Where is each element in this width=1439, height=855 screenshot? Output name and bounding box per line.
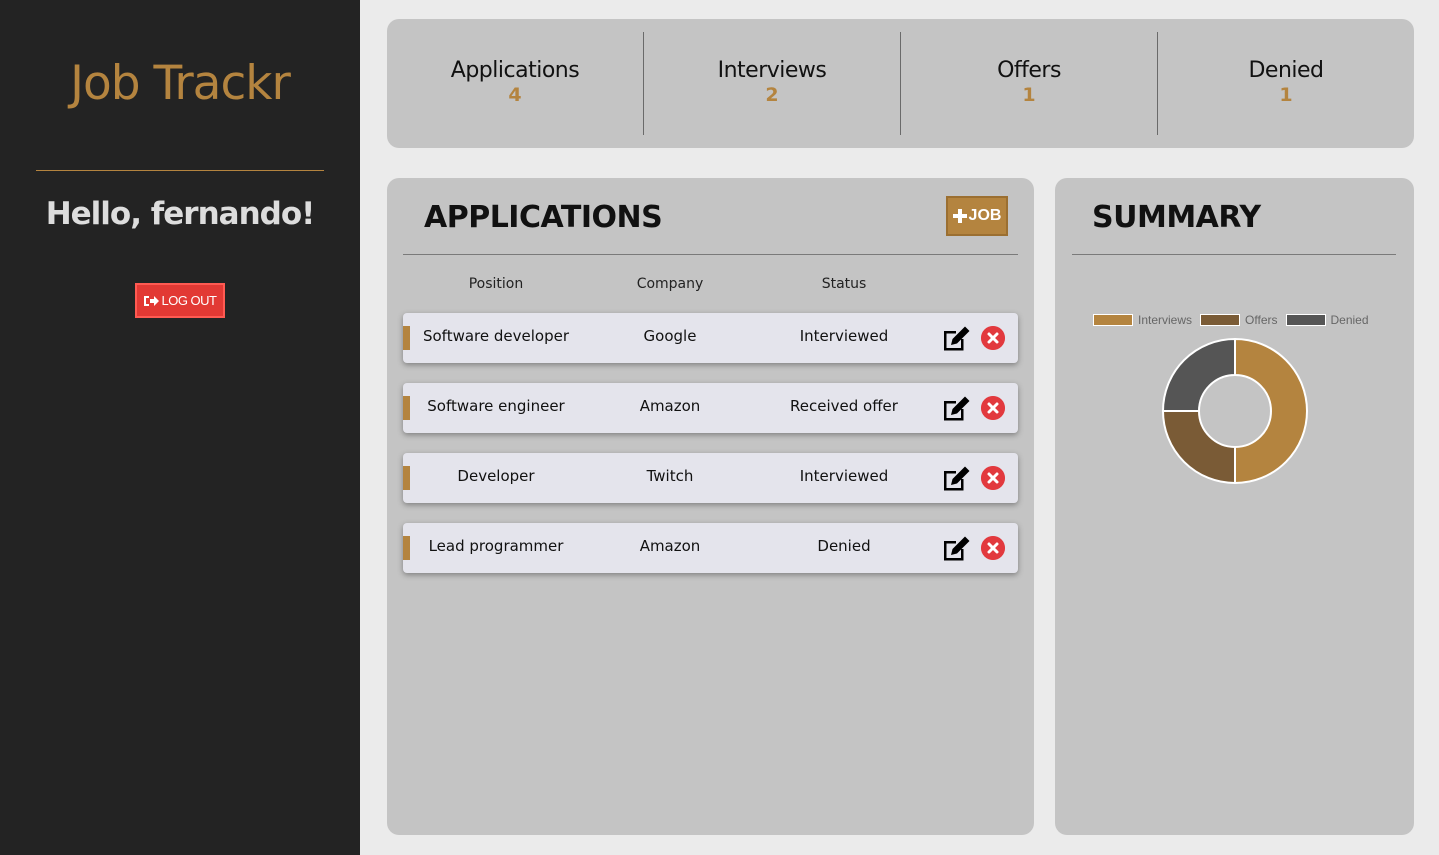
legend-label: Interviews bbox=[1138, 313, 1193, 327]
edit-icon[interactable] bbox=[941, 324, 971, 352]
application-row: Software engineer Amazon Received offer bbox=[403, 383, 1018, 433]
cell-company: Amazon bbox=[639, 537, 701, 555]
legend-item-interviews[interactable]: Interviews bbox=[1093, 313, 1192, 327]
stat-interviews: Interviews 2 bbox=[643, 32, 900, 135]
stat-offers: Offers 1 bbox=[900, 32, 1157, 135]
sidebar: Job Trackr Hello, fernando! LOG OUT bbox=[0, 0, 360, 855]
delete-icon[interactable] bbox=[981, 396, 1005, 420]
delete-icon[interactable] bbox=[981, 536, 1005, 560]
application-row: Developer Twitch Interviewed bbox=[403, 453, 1018, 503]
cell-status: Interviewed bbox=[799, 327, 889, 345]
stat-value: 1 bbox=[1022, 84, 1036, 106]
sidebar-divider bbox=[36, 170, 324, 171]
logout-button[interactable]: LOG OUT bbox=[135, 283, 225, 318]
edit-icon[interactable] bbox=[941, 394, 971, 422]
stats-bar: Applications 4 Interviews 2 Offers 1 Den… bbox=[387, 19, 1414, 148]
cell-position: Developer bbox=[457, 467, 535, 485]
plus-icon bbox=[952, 209, 967, 223]
cell-company: Google bbox=[643, 327, 697, 345]
legend-swatch bbox=[1200, 314, 1241, 326]
add-job-button[interactable]: JOB bbox=[946, 196, 1008, 236]
cell-position: Software developer bbox=[422, 327, 569, 345]
stat-value: 4 bbox=[508, 84, 522, 106]
sign-out-icon bbox=[144, 295, 160, 306]
stat-denied: Denied 1 bbox=[1157, 32, 1414, 135]
chart-legend: Interviews Offers Denied bbox=[1093, 313, 1377, 327]
delete-icon[interactable] bbox=[981, 326, 1005, 350]
application-row: Lead programmer Amazon Denied bbox=[403, 523, 1018, 573]
cell-status: Denied bbox=[817, 537, 871, 555]
add-job-label: JOB bbox=[968, 207, 1002, 224]
legend-swatch bbox=[1093, 314, 1133, 326]
stat-value: 1 bbox=[1279, 84, 1293, 106]
legend-label: Offers bbox=[1245, 313, 1278, 327]
logout-label: LOG OUT bbox=[161, 293, 217, 308]
stat-label: Applications bbox=[450, 58, 580, 83]
legend-swatch bbox=[1285, 314, 1326, 326]
cell-position: Lead programmer bbox=[428, 537, 564, 555]
cell-status: Interviewed bbox=[799, 467, 889, 485]
donut-slice-offers[interactable] bbox=[1161, 410, 1236, 485]
donut-slice-denied[interactable] bbox=[1161, 337, 1236, 412]
legend-item-offers[interactable]: Offers bbox=[1200, 313, 1278, 327]
greeting: Hello, fernando! bbox=[45, 196, 316, 232]
column-header-status: Status bbox=[821, 276, 867, 292]
summary-panel: SUMMARY Interviews Offers Denied bbox=[1055, 178, 1414, 835]
stat-value: 2 bbox=[765, 84, 779, 106]
cell-company: Twitch bbox=[646, 467, 694, 485]
column-header-company: Company bbox=[636, 276, 704, 292]
application-row: Software developer Google Interviewed bbox=[403, 313, 1018, 363]
applications-divider bbox=[403, 254, 1018, 255]
edit-icon[interactable] bbox=[941, 464, 971, 492]
legend-label: Denied bbox=[1330, 313, 1369, 327]
cell-status: Received offer bbox=[790, 397, 898, 415]
column-header-position: Position bbox=[468, 276, 524, 292]
cell-position: Software engineer bbox=[427, 397, 565, 415]
donut-chart bbox=[1161, 337, 1308, 485]
applications-title: APPLICATIONS bbox=[424, 200, 663, 235]
legend-item-denied[interactable]: Denied bbox=[1285, 313, 1369, 327]
stat-label: Offers bbox=[997, 58, 1061, 83]
delete-icon[interactable] bbox=[981, 466, 1005, 490]
donut-slice-interviews[interactable] bbox=[1234, 337, 1308, 485]
app-title: Job Trackr bbox=[70, 56, 291, 111]
summary-divider bbox=[1072, 254, 1396, 255]
summary-title: SUMMARY bbox=[1092, 200, 1261, 235]
stat-applications: Applications 4 bbox=[387, 32, 643, 135]
applications-panel: APPLICATIONS JOB Position Company Status… bbox=[387, 178, 1034, 835]
stat-label: Denied bbox=[1248, 58, 1324, 83]
edit-icon[interactable] bbox=[941, 534, 971, 562]
cell-company: Amazon bbox=[639, 397, 701, 415]
stat-label: Interviews bbox=[717, 58, 827, 83]
